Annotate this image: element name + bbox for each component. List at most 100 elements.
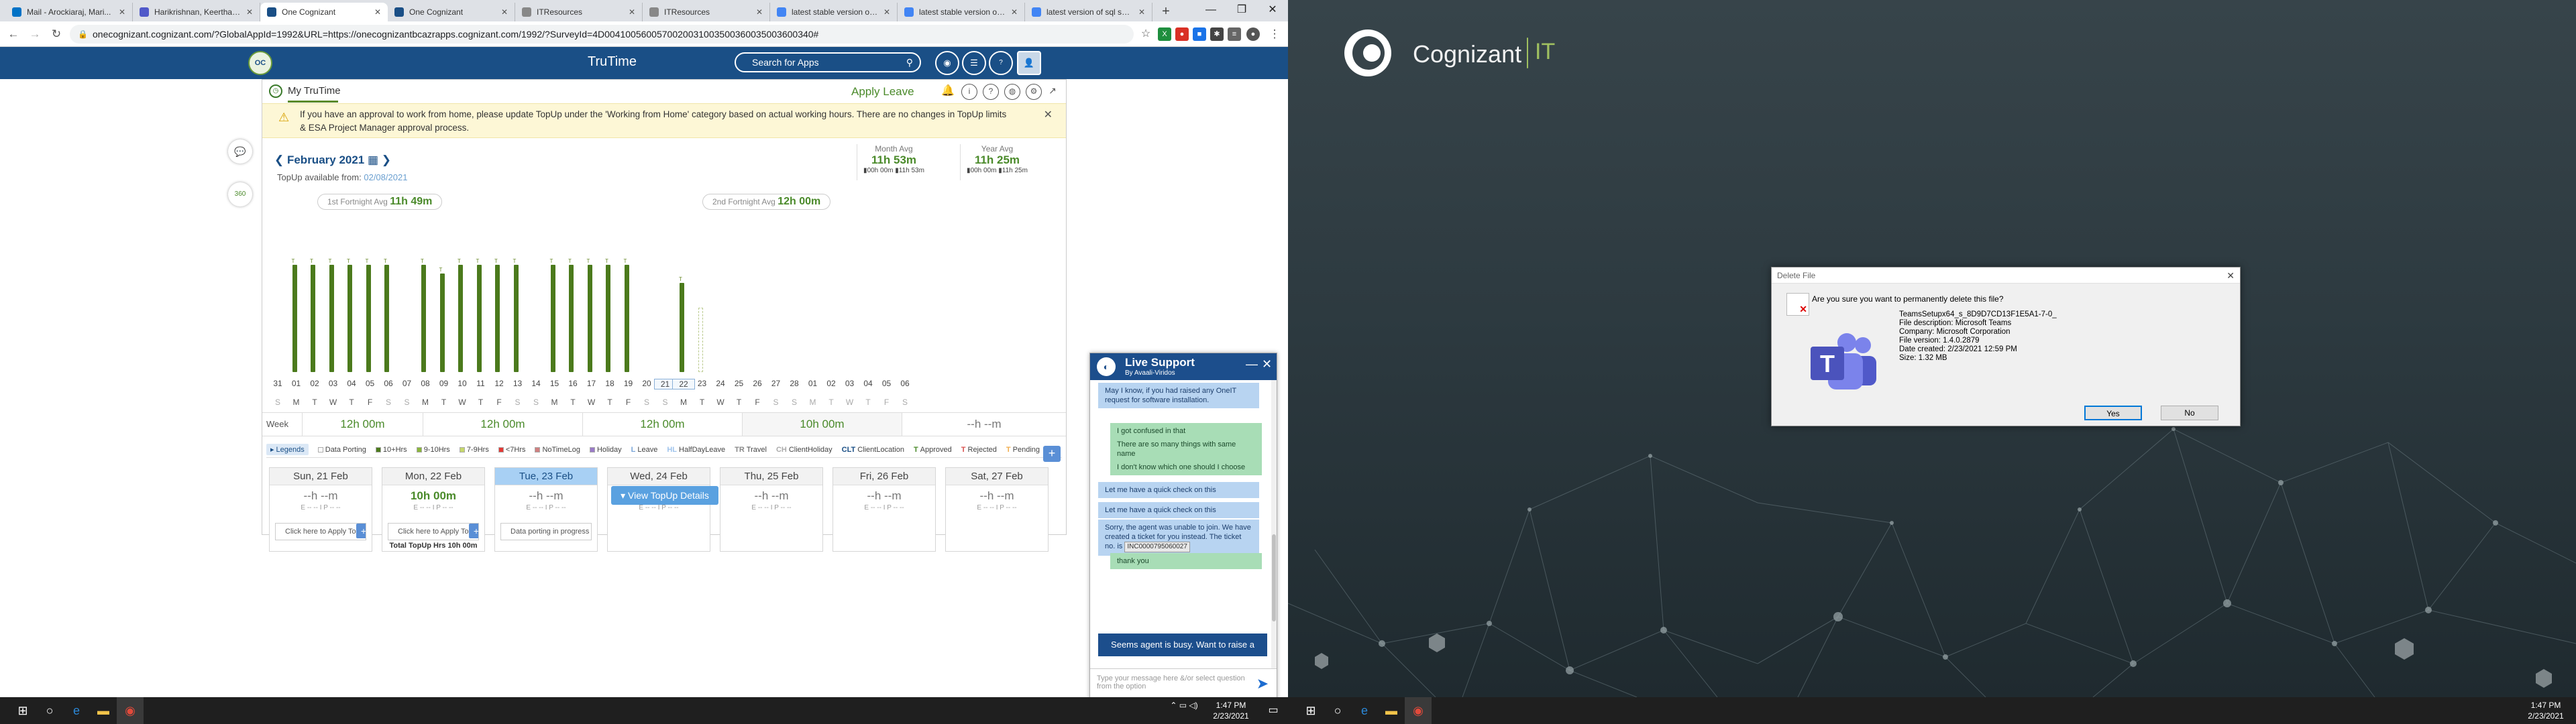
browser-menu-icon[interactable]: ⋮	[1267, 26, 1283, 42]
notification-center-icon[interactable]: ▭	[1260, 697, 1287, 724]
extension-blue-icon[interactable]: ■	[1193, 27, 1206, 41]
chat-message-input[interactable]: Type your message here &/or select quest…	[1090, 668, 1277, 701]
hours-bar[interactable]: T	[458, 258, 463, 372]
chat-side-icon[interactable]: 💬	[228, 139, 252, 164]
search-apps-input[interactable]: Search for Apps ⚲	[735, 52, 921, 72]
hours-bar[interactable]: T	[292, 258, 297, 372]
hours-bar[interactable]: T	[587, 258, 592, 372]
apply-topup-field[interactable]: Click here to Apply TopUp +	[388, 523, 479, 540]
browser-tab[interactable]: ITResources ✕	[515, 3, 643, 21]
day-card[interactable]: Mon, 22 Feb 10h 00m E -- -- I P -- -- Click…	[382, 467, 485, 552]
tab-close-icon[interactable]: ✕	[501, 7, 508, 17]
tray-icons[interactable]: ⌃ ▭ ◁)	[1161, 697, 1208, 724]
hours-bar[interactable]: T	[329, 258, 334, 372]
tab-close-icon[interactable]: ✕	[374, 7, 381, 17]
day-card[interactable]: Thu, 25 Feb --h --m E -- -- I P -- --	[720, 467, 823, 552]
hours-bar[interactable]: T	[550, 258, 555, 372]
tab-close-icon[interactable]: ✕	[119, 7, 125, 17]
hours-bar[interactable]: T	[568, 258, 574, 372]
yes-button[interactable]: Yes	[2084, 406, 2142, 420]
url-field[interactable]: 🔒 onecognizant.cognizant.com/?GlobalAppId…	[70, 25, 1134, 44]
chat-close-icon[interactable]: ✕	[1262, 357, 1272, 371]
tab-close-icon[interactable]: ✕	[1138, 7, 1145, 17]
globe-icon[interactable]: ◍	[1004, 84, 1020, 100]
hours-bar[interactable]: T	[513, 258, 519, 372]
chat-minimize-icon[interactable]: —	[1246, 357, 1258, 371]
360-side-icon[interactable]: 360	[228, 182, 252, 206]
day-card[interactable]: Sun, 21 Feb --h --m E -- -- I P -- -- Click…	[269, 467, 372, 552]
edge-icon[interactable]: e	[63, 697, 90, 724]
user-avatar[interactable]: 👤	[1017, 51, 1041, 75]
day-card[interactable]: Tue, 23 Feb --h --m E -- -- I P -- -- Data …	[494, 467, 598, 552]
clock-left[interactable]: 1:47 PM 2/23/2021	[1208, 697, 1254, 724]
hours-bar[interactable]: T	[679, 276, 684, 372]
browser-tab[interactable]: One Cognizant ✕	[260, 3, 388, 21]
settings-icon[interactable]: ⚙	[1026, 84, 1042, 100]
tab-close-icon[interactable]: ✕	[246, 7, 253, 17]
profile-avatar-icon[interactable]: ●	[1246, 27, 1260, 41]
raise-ticket-button[interactable]: Seems agent is busy. Want to raise a tic…	[1098, 634, 1267, 672]
browser-tab[interactable]: ITResources ✕	[643, 3, 770, 21]
hours-bar[interactable]: T	[421, 258, 426, 372]
tab-close-icon[interactable]: ✕	[883, 7, 890, 17]
hours-bar[interactable]: T	[366, 258, 371, 372]
browser-tab[interactable]: Harikrishnan, Keerthan... ✕	[133, 3, 260, 21]
bookmark-star-icon[interactable]: ☆	[1138, 26, 1154, 42]
edge-icon[interactable]: e	[1351, 697, 1378, 724]
hours-bar[interactable]: T	[347, 258, 352, 372]
maximize-button[interactable]: ❐	[1226, 0, 1257, 21]
media-icon[interactable]: ≡	[1228, 27, 1241, 41]
close-window-button[interactable]: ✕	[1257, 0, 1288, 21]
extensions-puzzle-icon[interactable]: ✱	[1210, 27, 1224, 41]
windows-start-icon[interactable]: ⊞	[1297, 697, 1324, 724]
hours-bar[interactable]: T	[384, 258, 389, 372]
back-icon[interactable]: ←	[5, 26, 21, 42]
minimize-button[interactable]: —	[1195, 0, 1226, 21]
help-icon[interactable]: ?	[989, 51, 1013, 75]
apps-grid-icon[interactable]: ☰	[962, 51, 986, 75]
search-taskbar-icon[interactable]: ○	[1324, 697, 1351, 724]
tab-close-icon[interactable]: ✕	[1011, 7, 1018, 17]
apply-leave-link[interactable]: Apply Leave	[851, 85, 914, 99]
hours-bar[interactable]: T	[494, 258, 500, 372]
day-card[interactable]: Fri, 26 Feb --h --m E -- -- I P -- --	[833, 467, 936, 552]
browser-tab[interactable]: One Cognizant ✕	[388, 3, 515, 21]
bell-icon[interactable]: 🔔	[940, 84, 956, 100]
add-topup-button[interactable]: +	[1043, 446, 1061, 462]
hours-bar[interactable]	[698, 308, 703, 372]
apply-topup-field[interactable]: Data porting in progress	[500, 523, 592, 540]
chrome-icon[interactable]: ◉	[1405, 697, 1432, 724]
chrome-icon[interactable]: ◉	[117, 697, 144, 724]
hours-bar[interactable]: T	[310, 258, 315, 372]
day-card[interactable]: Sat, 27 Feb --h --m E -- -- I P -- --	[945, 467, 1049, 552]
close-alert-icon[interactable]: ✕	[1044, 108, 1053, 121]
calendar-icon[interactable]: ▦	[364, 154, 382, 166]
windows-start-icon[interactable]: ⊞	[9, 697, 36, 724]
ticket-number[interactable]: INC0000795060027	[1124, 542, 1190, 552]
info-icon[interactable]: i	[961, 84, 977, 100]
browser-tab[interactable]: latest stable version of... ✕	[898, 3, 1025, 21]
notifications-icon[interactable]: ◉	[935, 51, 959, 75]
browser-tab[interactable]: Mail - Arockiaraj, Mari... ✕	[5, 3, 133, 21]
hours-bar[interactable]: T	[476, 258, 482, 372]
file-explorer-icon[interactable]: ▬	[90, 697, 117, 724]
browser-tab[interactable]: latest version of sql ser... ✕	[1025, 3, 1152, 21]
add-topup-icon[interactable]: +	[469, 524, 478, 538]
clock-right[interactable]: 1:47 PM 2/23/2021	[2522, 697, 2569, 724]
send-icon[interactable]: ➤	[1254, 675, 1271, 692]
next-month-icon[interactable]: ❯	[382, 154, 391, 166]
chat-scrollbar[interactable]	[1271, 380, 1277, 668]
reload-icon[interactable]: ↻	[48, 26, 64, 42]
hours-bar[interactable]: T	[624, 258, 629, 372]
browser-tab[interactable]: latest stable version of... ✕	[770, 3, 898, 21]
hours-bar[interactable]: T	[605, 258, 610, 372]
day-card[interactable]: Wed, 24 Feb--h --mE -- -- I P -- --	[607, 467, 710, 552]
day-number[interactable]: 06	[894, 379, 916, 388]
extension-red-icon[interactable]: ●	[1175, 27, 1189, 41]
tab-close-icon[interactable]: ✕	[756, 7, 763, 17]
my-trutime-tab[interactable]: ◷ My TruTime	[269, 81, 341, 103]
add-topup-icon[interactable]: +	[356, 524, 366, 538]
file-explorer-icon[interactable]: ▬	[1378, 697, 1405, 724]
new-tab-button[interactable]: +	[1157, 3, 1175, 21]
tab-close-icon[interactable]: ✕	[629, 7, 635, 17]
